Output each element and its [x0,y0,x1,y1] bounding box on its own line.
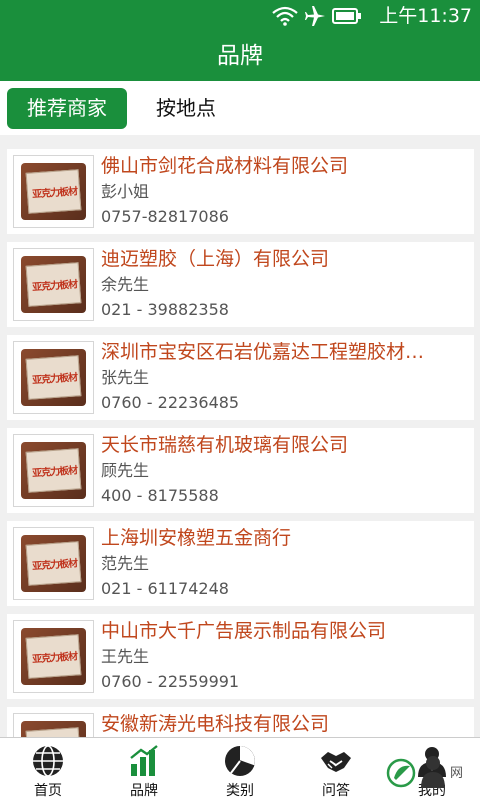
merchant-contact: 王先生 [101,647,150,666]
wifi-icon [272,6,298,26]
merchant-name: 中山市大千广告展示制品有限公司 [101,620,387,642]
status-time: 上午11:37 [379,5,472,27]
merchant-phone[interactable]: 400 - 8175588 [101,485,219,507]
merchant-name: 上海圳安橡塑五金商行 [101,527,292,549]
merchant-name: 迪迈塑胶（上海）有限公司 [101,248,330,270]
merchant-logo: 亚克力板材 [13,434,94,507]
page-title: 品牌 [0,32,480,81]
merchant-logo: 亚克力板材 [13,341,94,414]
merchant-name: 安徽新涛光电科技有限公司 [101,713,330,735]
merchant-logo: 亚克力板材 [13,527,94,600]
nav-item-qa[interactable]: 问答 [288,738,384,800]
merchant-logo: 亚克力板材 [13,248,94,321]
nav-item-category[interactable]: 类别 [192,738,288,800]
pie-chart-icon [225,746,255,776]
globe-icon [33,745,63,777]
nav-label: 品牌 [130,783,158,799]
bar-chart-icon [130,745,158,776]
tab-bar: 推荐商家 按地点 [0,81,480,135]
merchant-contact: 彭小姐 [101,182,150,201]
logo-text: 亚克力板材 [31,465,78,480]
handshake-icon [321,752,351,772]
nav-label: 首页 [34,783,62,799]
merchant-contact: 余先生 [101,275,150,294]
list-item[interactable]: 亚克力板材 中山市大千广告展示制品有限公司 王先生 0760 - 2255999… [7,614,474,699]
logo-text: 亚克力板材 [31,372,78,387]
status-icons [272,5,362,27]
battery-icon [332,8,361,24]
logo-text: 亚克力板材 [31,186,78,201]
nav-item-brand[interactable]: 品牌 [96,738,192,800]
list-item[interactable]: 亚克力板材 天长市瑞慈有机玻璃有限公司 顾先生 400 - 8175588 [7,428,474,513]
watermark-text: 网 [450,766,464,781]
status-bar: 上午11:37 [0,0,480,32]
merchant-contact: 顾先生 [101,461,150,480]
nav-label: 类别 [226,783,254,799]
tab-by-location[interactable]: 按地点 [140,88,232,129]
airplane-icon [305,6,325,26]
list-item[interactable]: 亚克力板材 佛山市剑花合成材料有限公司 彭小姐 0757-82817086 [7,149,474,234]
merchant-name: 深圳市宝安区石岩优嘉达工程塑胶材… [101,341,425,363]
logo-text: 亚克力板材 [31,651,78,666]
watermark-figure-icon [421,756,445,788]
merchant-phone[interactable]: 021 - 39882358 [101,299,229,321]
merchant-name: 佛山市剑花合成材料有限公司 [101,155,349,177]
nav-item-home[interactable]: 首页 [0,738,96,800]
list-item[interactable]: 亚克力板材 深圳市宝安区石岩优嘉达工程塑胶材… 张先生 0760 - 22236… [7,335,474,420]
list-item[interactable]: 亚克力板材 安徽新涛光电科技有限公司 [7,707,474,737]
tab-recommended-merchants[interactable]: 推荐商家 [7,88,127,129]
logo-text: 亚克力板材 [31,279,78,294]
merchant-phone[interactable]: 0757-82817086 [101,206,229,228]
merchant-contact: 范先生 [101,554,150,573]
merchant-phone[interactable]: 0760 - 22559991 [101,671,239,693]
watermark: 网 [386,752,476,796]
merchant-phone[interactable]: 0760 - 22236485 [101,392,239,414]
merchant-name: 天长市瑞慈有机玻璃有限公司 [101,434,349,456]
nav-label: 问答 [322,783,350,799]
merchant-logo: 亚克力板材 [13,620,94,693]
merchant-list[interactable]: 亚克力板材 佛山市剑花合成材料有限公司 彭小姐 0757-82817086 亚克… [7,149,474,737]
logo-text: 亚克力板材 [31,558,78,573]
watermark-logo-icon [386,758,416,788]
merchant-logo: 亚克力板材 [13,155,94,228]
merchant-contact: 张先生 [101,368,150,387]
list-item[interactable]: 亚克力板材 迪迈塑胶（上海）有限公司 余先生 021 - 39882358 [7,242,474,327]
list-item[interactable]: 亚克力板材 上海圳安橡塑五金商行 范先生 021 - 61174248 [7,521,474,606]
merchant-phone[interactable]: 021 - 61174248 [101,578,229,600]
merchant-logo: 亚克力板材 [13,713,94,737]
